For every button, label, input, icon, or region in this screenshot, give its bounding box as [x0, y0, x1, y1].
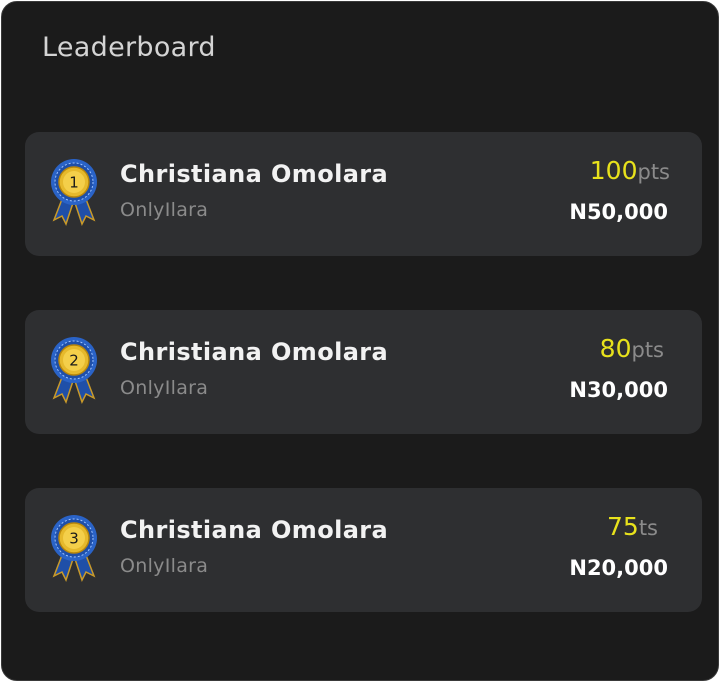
prize-amount: N30,000 [569, 378, 668, 402]
player-name: Christiana Omolara [120, 338, 389, 366]
points-unit: ts [638, 516, 658, 540]
points-value: 100 [589, 156, 638, 185]
prize-amount: N20,000 [569, 556, 668, 580]
points-value: 80 [599, 334, 632, 363]
player-handle: OnlyIlara [120, 199, 209, 221]
leaderboard-entry[interactable]: 3 Christiana Omolara OnlyIlara 75ts N20,… [25, 488, 702, 612]
points-display: 100pts [590, 158, 670, 183]
player-handle: OnlyIlara [120, 377, 209, 399]
leaderboard-entry[interactable]: 1 Christiana Omolara OnlyIlara 100pts N5… [25, 132, 702, 256]
svg-text:1: 1 [69, 174, 79, 192]
medal-icon: 1 [48, 158, 100, 228]
prize-amount: N50,000 [569, 200, 668, 224]
player-name: Christiana Omolara [120, 516, 389, 544]
player-name: Christiana Omolara [120, 160, 389, 188]
points-unit: pts [637, 160, 670, 184]
medal-icon: 2 [48, 336, 100, 406]
points-value: 75 [607, 512, 639, 541]
player-handle: OnlyIlara [120, 555, 209, 577]
points-unit: pts [631, 338, 664, 362]
points-display: 80pts [600, 336, 664, 361]
medal-icon: 3 [48, 514, 100, 584]
svg-text:3: 3 [69, 530, 79, 548]
leaderboard-entry[interactable]: 2 Christiana Omolara OnlyIlara 80pts N30… [25, 310, 702, 434]
leaderboard-title: Leaderboard [42, 32, 216, 63]
leaderboard-panel: Leaderboard 1 Christiana Omolara OnlyIla… [1, 1, 719, 681]
points-display: 75ts [607, 514, 658, 539]
svg-text:2: 2 [69, 352, 79, 370]
